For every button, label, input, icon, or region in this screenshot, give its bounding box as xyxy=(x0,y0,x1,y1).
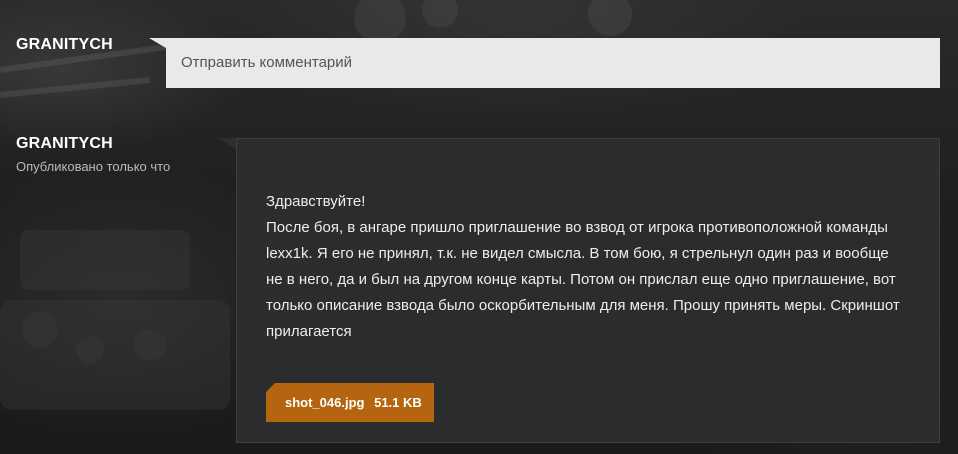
comment-author: GRANITYCH xyxy=(16,135,113,152)
comment-input[interactable]: Отправить комментарий xyxy=(166,38,940,88)
published-status: Опубликовано только что xyxy=(16,159,171,174)
comment-form-author: GRANITYCH xyxy=(16,36,113,53)
attachment-size: 51.1 KB xyxy=(374,395,422,410)
attachment-filename: shot_046.jpg xyxy=(285,395,365,410)
comment-bubble-pointer xyxy=(217,138,236,149)
attachment-link[interactable]: shot_046.jpg 51.1 KB xyxy=(266,383,434,422)
comment-input-pointer xyxy=(149,38,166,48)
comment-body: Здравствуйте! После боя, в ангаре пришло… xyxy=(266,193,900,340)
